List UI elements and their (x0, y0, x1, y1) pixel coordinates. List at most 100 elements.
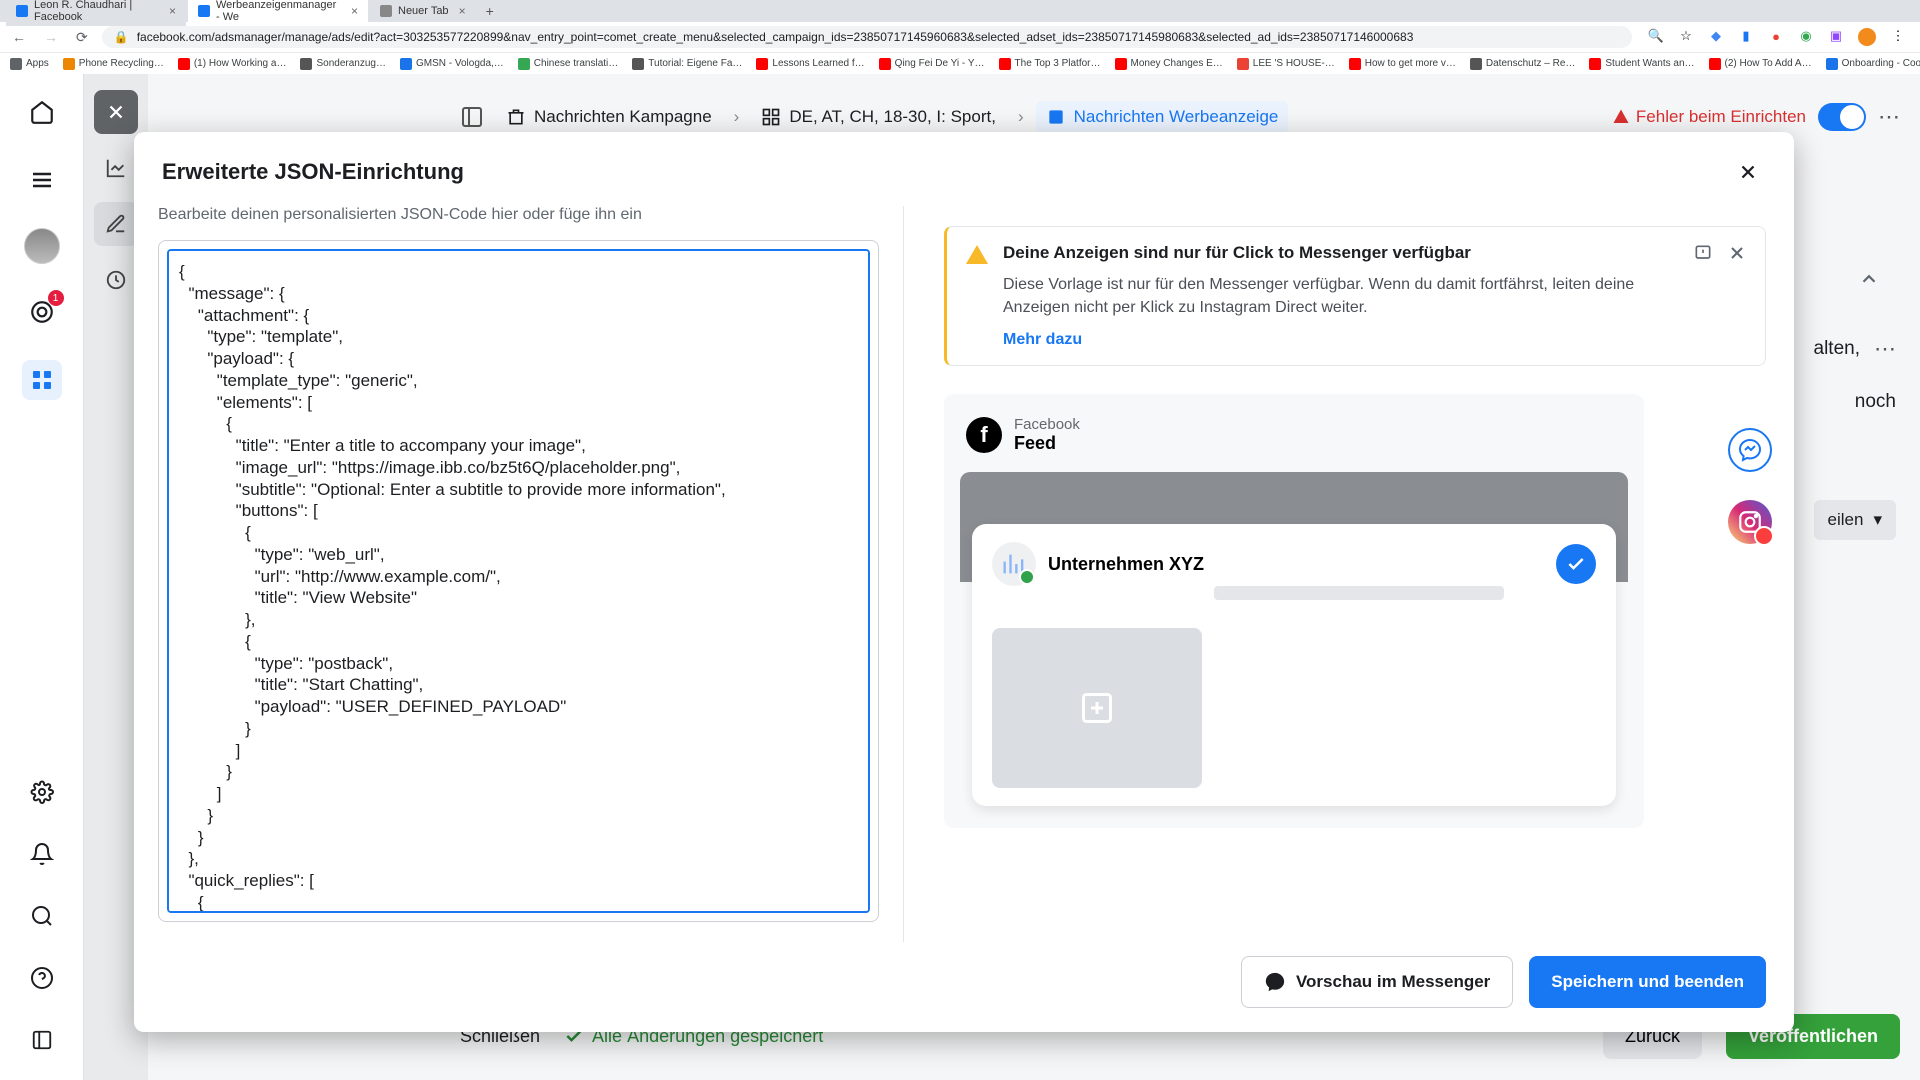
bookmark-item[interactable]: The Top 3 Platfor… (999, 58, 1101, 70)
tab-title: Leon R. Chaudhari | Facebook (34, 0, 159, 23)
facebook-icon (16, 5, 28, 17)
bookmark-item[interactable]: Chinese translati… (518, 58, 618, 70)
browser-chrome: Leon R. Chaudhari | Facebook × Werbeanze… (0, 0, 1920, 75)
nav-settings[interactable] (22, 772, 62, 812)
instagram-icon[interactable] (1728, 500, 1772, 544)
bookmark-item[interactable]: Phone Recycling… (63, 58, 164, 70)
bookmark-item[interactable]: Lessons Learned f… (756, 58, 864, 70)
bookmark-item[interactable]: Student Wants an… (1589, 58, 1694, 70)
edit-icon[interactable] (94, 202, 138, 246)
close-icon[interactable]: × (459, 4, 466, 18)
extension-icon[interactable]: ● (1768, 28, 1784, 44)
bookmark-item[interactable]: Onboarding - Cooki… (1826, 58, 1920, 70)
facebook-icon: f (966, 417, 1002, 453)
modal-title: Erweiterte JSON-Einrichtung (162, 159, 464, 185)
bookmark-item[interactable]: Tutorial: Eigene Fa… (632, 58, 742, 70)
nav-ads-manager[interactable] (22, 360, 62, 400)
bookmark-item[interactable]: Sonderanzug… (300, 58, 386, 70)
alert-title: Deine Anzeigen sind nur für Click to Mes… (1003, 243, 1669, 263)
bookmark-item[interactable]: (2) How To Add A… (1709, 58, 1812, 70)
peek-text: alten, ⋯ noch (1814, 320, 1896, 427)
address-bar: ← → ⟳ 🔒 facebook.com/adsmanager/manage/a… (0, 22, 1920, 52)
forward-button[interactable]: → (40, 27, 62, 47)
toolbar-icons: 🔍 ☆ ◆ ▮ ● ◉ ▣ ⋮ (1642, 28, 1912, 46)
dismiss-alert-button[interactable] (1727, 243, 1747, 263)
nav-audiences[interactable]: 1 (22, 292, 62, 332)
modal-close-button[interactable] (1730, 154, 1766, 190)
bookmark-item[interactable]: (1) How Working a… (178, 58, 287, 70)
bookmark-item[interactable]: Money Changes E… (1115, 58, 1223, 70)
save-and-close-button[interactable]: Speichern und beenden (1529, 956, 1766, 1008)
breadcrumb-ad[interactable]: Nachrichten Werbeanzeige (1036, 101, 1289, 133)
tab-title: Werbeanzeigenmanager - We (216, 0, 341, 23)
placement-label: Feed (1014, 433, 1080, 454)
browser-tab[interactable]: Werbeanzeigenmanager - We × (188, 0, 368, 26)
collapse-icon[interactable] (1858, 268, 1880, 290)
extension-icon[interactable]: ▮ (1738, 28, 1754, 44)
bookmark-item[interactable]: Datenschutz – Re… (1470, 58, 1576, 70)
modal-footer: Vorschau im Messenger Speichern und been… (134, 942, 1794, 1032)
close-icon[interactable]: × (169, 4, 176, 18)
globe-icon (380, 5, 392, 17)
browser-tab[interactable]: Leon R. Chaudhari | Facebook × (6, 0, 186, 26)
lock-icon: 🔒 (114, 30, 129, 44)
menu-icon[interactable]: ⋮ (1890, 28, 1906, 44)
chevron-right-icon: › (1018, 107, 1024, 127)
error-indicator[interactable]: Fehler beim Einrichten (1612, 107, 1806, 127)
nav-hamburger[interactable] (22, 160, 62, 200)
preview-header: f Facebook Feed (966, 416, 1622, 454)
warning-icon (965, 243, 989, 349)
more-menu[interactable]: ⋯ (1878, 104, 1900, 130)
editor-label: Bearbeite deinen personalisierten JSON-C… (158, 206, 879, 224)
nav-collapse[interactable] (22, 1020, 62, 1060)
zoom-icon[interactable]: 🔍 (1648, 28, 1664, 44)
nav-help[interactable] (22, 958, 62, 998)
platform-selector (1728, 428, 1772, 544)
alert-link[interactable]: Mehr dazu (1003, 331, 1082, 348)
warning-alert: Deine Anzeigen sind nur für Click to Mes… (944, 226, 1766, 366)
nav-search[interactable] (22, 896, 62, 936)
url-field[interactable]: 🔒 facebook.com/adsmanager/manage/ads/edi… (102, 26, 1632, 48)
more-menu[interactable]: ⋯ (1874, 320, 1896, 377)
preview-messenger-button[interactable]: Vorschau im Messenger (1241, 956, 1513, 1008)
tab-strip: Leon R. Chaudhari | Facebook × Werbeanze… (0, 0, 1920, 22)
platform-label: Facebook (1014, 416, 1080, 433)
new-tab-button[interactable]: + (478, 1, 502, 21)
json-editor[interactable] (167, 249, 870, 913)
bookmark-item[interactable]: How to get more v… (1349, 58, 1456, 70)
company-avatar (992, 542, 1036, 586)
extension-icon[interactable]: ◆ (1708, 28, 1724, 44)
back-button[interactable]: ← (8, 27, 30, 47)
avatar[interactable] (24, 228, 60, 264)
apps-button[interactable]: Apps (10, 58, 49, 70)
verified-badge (1556, 544, 1596, 584)
breadcrumb-adset[interactable]: DE, AT, CH, 18-30, I: Sport, (751, 101, 1006, 133)
avatar-icon[interactable] (1858, 28, 1876, 46)
history-icon[interactable] (94, 258, 138, 302)
browser-tab[interactable]: Neuer Tab × (370, 1, 476, 21)
extension-icon[interactable]: ◉ (1798, 28, 1814, 44)
nav-notifications[interactable] (22, 834, 62, 874)
panel-icon[interactable] (460, 105, 484, 129)
toggle-switch[interactable] (1818, 103, 1866, 131)
messenger-icon[interactable] (1728, 428, 1772, 472)
nav-home[interactable] (22, 92, 62, 132)
report-icon[interactable] (1693, 243, 1713, 263)
close-panel-button[interactable] (94, 90, 138, 134)
extension-icon[interactable]: ▣ (1828, 28, 1844, 44)
star-icon[interactable]: ☆ (1678, 28, 1694, 44)
facebook-icon (198, 5, 210, 17)
text-placeholder (1214, 586, 1504, 600)
bookmark-item[interactable]: LEE 'S HOUSE-… (1237, 58, 1335, 70)
close-icon[interactable]: × (351, 4, 358, 18)
reload-button[interactable]: ⟳ (72, 27, 92, 48)
breadcrumb-campaign[interactable]: Nachrichten Kampagne (496, 101, 722, 133)
json-setup-modal: Erweiterte JSON-Einrichtung Bearbeite de… (134, 132, 1794, 1032)
alert-text: Diese Vorlage ist nur für den Messenger … (1003, 273, 1669, 319)
bookmark-item[interactable]: Qing Fei De Yi - Y… (879, 58, 985, 70)
modal-header: Erweiterte JSON-Einrichtung (134, 132, 1794, 206)
split-button[interactable]: eilen ▾ (1814, 500, 1896, 540)
chevron-down-icon: ▾ (1873, 510, 1882, 530)
bookmark-item[interactable]: GMSN - Vologda,… (400, 58, 504, 70)
chart-icon[interactable] (94, 146, 138, 190)
